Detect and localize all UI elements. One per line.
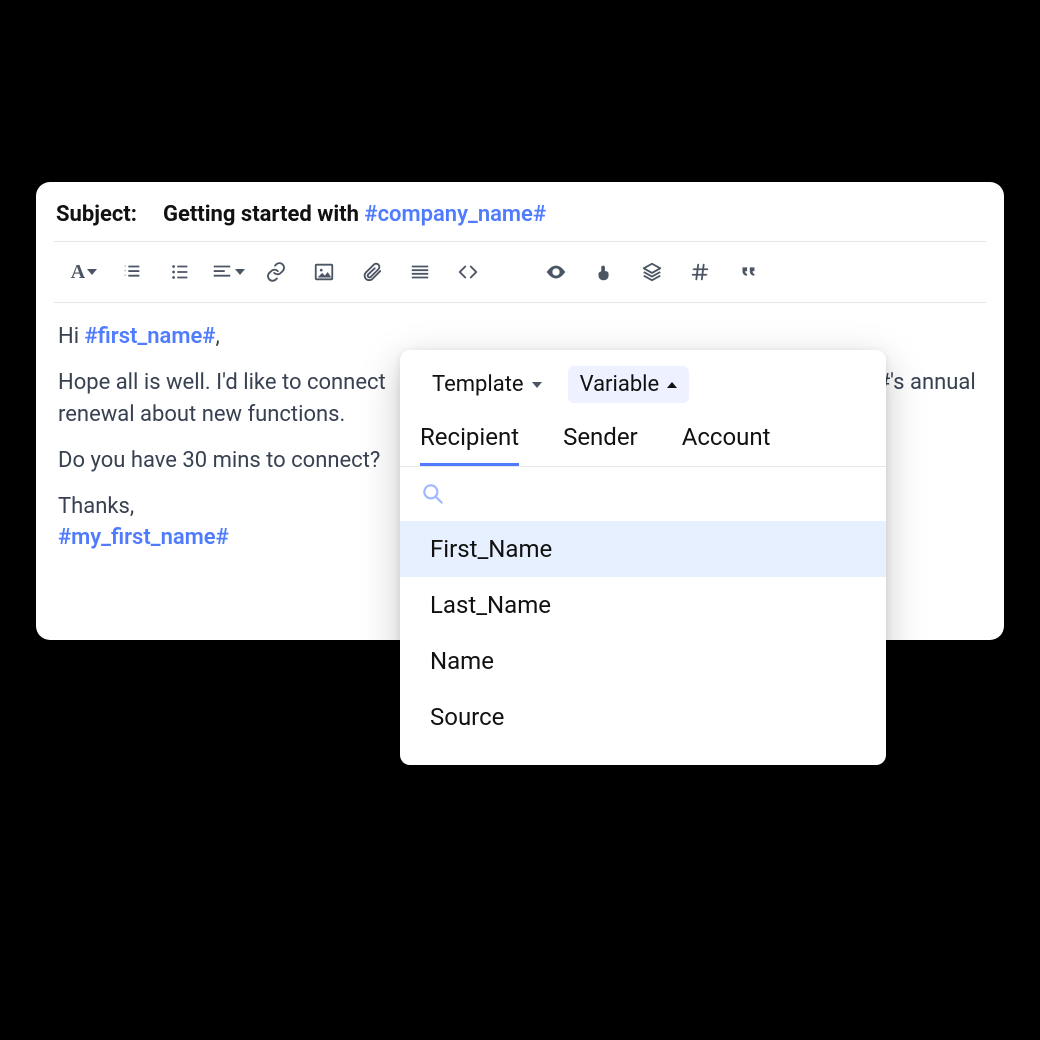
thanks-text: Thanks, [58, 494, 134, 519]
variable-label: Variable [580, 372, 660, 397]
variable-popover: Template Variable Recipient Sender Accou… [400, 350, 886, 765]
preview-button[interactable] [532, 254, 580, 290]
p1-text-a: Hope all is well. I'd like to connect [58, 370, 386, 395]
code-button[interactable] [444, 254, 492, 290]
quote-button[interactable] [724, 254, 772, 290]
font-format-button[interactable]: A [60, 254, 108, 290]
variable-item-source[interactable]: Source [400, 689, 886, 745]
variable-dropdown[interactable]: Variable [568, 366, 690, 403]
editor-toolbar: A [54, 242, 986, 303]
subject-value[interactable]: Getting started with #company_name# [163, 202, 546, 227]
variable-list: First_Name Last_Name Name Source [400, 521, 886, 765]
tab-sender[interactable]: Sender [563, 423, 638, 466]
tab-recipient[interactable]: Recipient [420, 423, 519, 466]
search-icon [420, 481, 446, 507]
subject-label: Subject: [56, 202, 137, 227]
subject-row: Subject: Getting started with #company_n… [54, 202, 986, 242]
link-button[interactable] [252, 254, 300, 290]
align-button[interactable] [204, 254, 252, 290]
subject-token[interactable]: #company_name# [364, 202, 546, 227]
signature-token[interactable]: #my_first_name# [58, 525, 229, 550]
popover-search[interactable] [400, 467, 886, 521]
popover-header: Template Variable [400, 350, 886, 415]
image-button[interactable] [300, 254, 348, 290]
pointer-button[interactable] [580, 254, 628, 290]
greeting-line: Hi #first_name#, [58, 321, 982, 353]
chevron-up-icon [667, 382, 677, 388]
template-dropdown[interactable]: Template [420, 366, 554, 403]
attachment-button[interactable] [348, 254, 396, 290]
variable-item-first-name[interactable]: First_Name [400, 521, 886, 577]
greeting-suffix: , [215, 324, 219, 349]
ordered-list-button[interactable] [108, 254, 156, 290]
unordered-list-button[interactable] [156, 254, 204, 290]
variable-item-last-name[interactable]: Last_Name [400, 577, 886, 633]
chevron-down-icon [532, 382, 542, 388]
subject-text: Getting started with [163, 202, 364, 227]
variable-item-name[interactable]: Name [400, 633, 886, 689]
template-label: Template [432, 372, 524, 397]
justify-button[interactable] [396, 254, 444, 290]
popover-tabs: Recipient Sender Account [400, 415, 886, 467]
layers-button[interactable] [628, 254, 676, 290]
greeting-token[interactable]: #first_name# [85, 324, 216, 349]
greeting-prefix: Hi [58, 324, 85, 349]
variable-hash-button[interactable] [676, 254, 724, 290]
tab-account[interactable]: Account [682, 423, 771, 466]
